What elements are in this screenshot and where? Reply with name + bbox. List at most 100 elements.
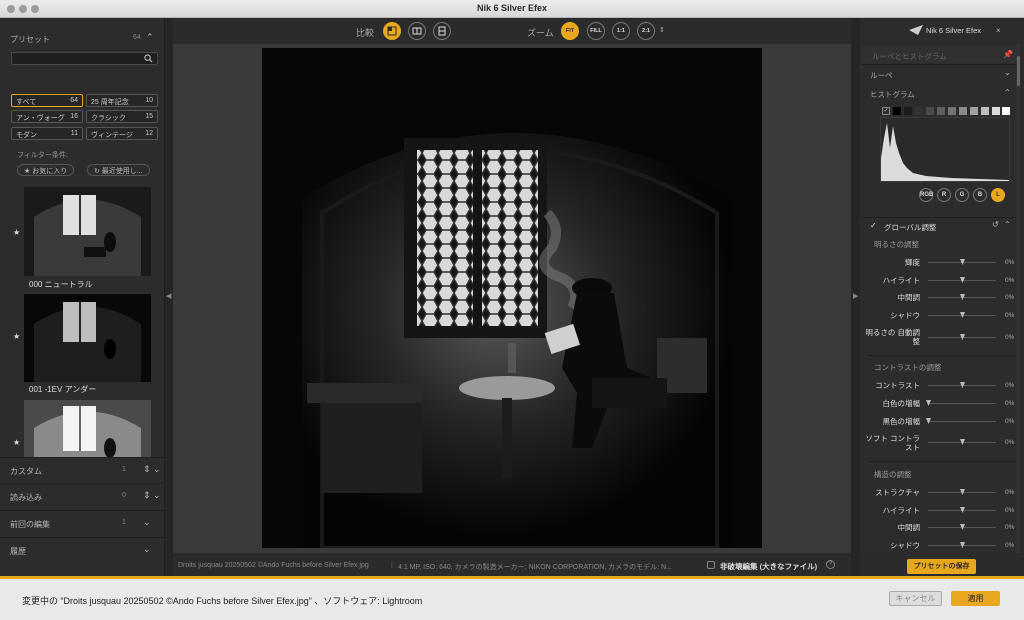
slider-value: 0% (1005, 277, 1015, 284)
structure-highlights-slider[interactable] (928, 507, 996, 513)
histogram-row[interactable]: ヒストグラム (862, 84, 1016, 102)
contrast-group-label: コントラストの調整 (874, 363, 942, 372)
apply-button[interactable]: 適用 (951, 591, 1000, 606)
slider-label: ハイライト (882, 506, 920, 515)
zoom-fit-button[interactable]: FIT (561, 22, 579, 40)
chevron-up-icon[interactable]: ⌃ (146, 32, 154, 43)
compare-split-button[interactable] (383, 22, 401, 40)
compare-stacked-button[interactable] (433, 22, 451, 40)
category-en-vogue[interactable]: アン・ヴォーグ 16 (11, 110, 83, 123)
viewer-toolbar (173, 18, 851, 44)
tone-swatch[interactable] (893, 107, 901, 115)
structure-slider[interactable] (928, 489, 996, 495)
section-custom[interactable]: カスタム 1 ⇕ ⌄ (0, 457, 165, 483)
channel-b-button[interactable]: B (973, 188, 987, 202)
channel-r-button[interactable]: R (937, 188, 951, 202)
slider-value: 0% (1005, 524, 1015, 531)
slider-value: 0% (1005, 542, 1015, 549)
tone-swatch[interactable] (915, 107, 923, 115)
presets-count: 64 (133, 34, 141, 41)
amplify-blacks-slider[interactable] (926, 418, 996, 424)
preset-label: 000 ニュートラル (29, 280, 93, 289)
help-icon[interactable]: ? (826, 560, 835, 569)
favorite-star-icon[interactable]: ★ (13, 228, 20, 237)
host-status-bar: 変更中の “Droits jusquau 20250502 ©Ando Fuch… (0, 579, 1024, 620)
preset-search-input[interactable] (11, 52, 158, 65)
filter-favorites-chip[interactable]: ★ お気に入り (17, 164, 75, 176)
chevron-down-icon[interactable]: ⌄ (143, 517, 151, 528)
collapse-all-icon[interactable]: ⌅ (995, 25, 1002, 34)
chevron-down-icon[interactable]: ⌄ (1004, 68, 1011, 77)
favorite-star-icon[interactable]: ★ (13, 438, 20, 447)
slider-value: 0% (1005, 259, 1015, 266)
preset-thumbnail[interactable] (24, 294, 151, 382)
chevron-up-icon[interactable]: ⌃ (1004, 220, 1011, 229)
tone-swatch[interactable] (937, 107, 945, 115)
category-all[interactable]: すべて 64 (11, 94, 83, 107)
structure-shadows-slider[interactable] (928, 542, 996, 548)
brightness-slider[interactable] (928, 259, 996, 265)
auto-brightness-slider[interactable] (928, 334, 996, 340)
category-classic[interactable]: クラシック 15 (86, 110, 158, 123)
preset-label: 001 -1EV アンダー (29, 385, 97, 394)
collapse-left-icon[interactable]: ◀ (166, 292, 171, 300)
non-destructive-checkbox[interactable] (707, 561, 715, 569)
section-import[interactable]: 読み込み 0 ⇕ ⌄ (0, 483, 165, 509)
favorite-star-icon[interactable]: ★ (13, 332, 20, 341)
loupe-row[interactable]: ルーペ (862, 64, 1016, 82)
compare-side-by-side-button[interactable] (408, 22, 426, 40)
reset-icon[interactable]: ↺ (992, 220, 999, 229)
slider-label: コントラスト (875, 381, 920, 390)
filter-recent-chip[interactable]: ↻ 最近使用し... (87, 164, 150, 176)
midtones-slider[interactable] (928, 294, 996, 300)
chevron-up-icon[interactable]: ⌃ (1004, 88, 1011, 97)
zoom-1-1-button[interactable]: 1:1 (612, 22, 630, 40)
tone-swatch[interactable] (1002, 107, 1010, 115)
nik-logo-icon (909, 25, 923, 35)
tone-swatch[interactable] (992, 107, 1000, 115)
category-modern[interactable]: モダン 11 (11, 127, 83, 140)
section-history[interactable]: 履歴 ⌄ (0, 537, 165, 563)
preset-thumbnail[interactable] (24, 400, 151, 457)
editing-message: 変更中の “Droits jusquau 20250502 ©Ando Fuch… (22, 596, 423, 606)
stacked-view-icon (438, 26, 446, 36)
shadows-slider[interactable] (928, 312, 996, 318)
structure-midtones-slider[interactable] (928, 524, 996, 530)
zoom-2-1-button[interactable]: 2:1 (637, 22, 655, 40)
sort-and-chevron-icon[interactable]: ⇕ ⌄ (143, 490, 161, 501)
channel-rgb-button[interactable]: RGB (919, 188, 933, 202)
save-preset-button[interactable]: プリセットの保存 (907, 559, 976, 574)
cancel-button[interactable]: キャンセル (889, 591, 942, 606)
amplify-whites-slider[interactable] (926, 400, 996, 406)
highlights-slider[interactable] (928, 277, 996, 283)
section-last-edit[interactable]: 前回の編集 1 ⌄ (0, 510, 165, 536)
scrollbar-thumb[interactable] (1017, 56, 1020, 86)
tone-swatch[interactable] (981, 107, 989, 115)
soft-contrast-slider[interactable] (928, 439, 996, 445)
clip-toggle-icon[interactable]: ✓ (882, 107, 890, 115)
adjustments-scrollbar[interactable] (1016, 44, 1020, 554)
preset-thumbnail[interactable] (24, 187, 151, 276)
search-icon[interactable] (144, 54, 153, 63)
slider-label: 輝度 (905, 258, 920, 267)
tone-swatch[interactable] (926, 107, 934, 115)
zoom-stepper-icon[interactable]: ⇕ (659, 26, 665, 34)
pin-icon[interactable]: 📌 (1003, 50, 1013, 59)
window-title: Nik 6 Silver Efex (476, 3, 548, 13)
category-25th-anniversary[interactable]: 25 周年記念 10 (86, 94, 158, 107)
tone-swatch[interactable] (970, 107, 978, 115)
tone-swatch[interactable] (959, 107, 967, 115)
category-vintage[interactable]: ヴィンテージ 12 (86, 127, 158, 140)
preview-photo[interactable] (262, 48, 762, 550)
channel-l-button[interactable]: L (991, 188, 1005, 202)
tone-swatch[interactable] (948, 107, 956, 115)
presets-header[interactable]: プリセット (10, 34, 50, 45)
contrast-slider[interactable] (928, 382, 996, 388)
global-adjust-checkbox[interactable]: ✓ (870, 221, 877, 230)
chevron-down-icon[interactable]: ⌄ (143, 544, 151, 555)
sort-and-chevron-icon[interactable]: ⇕ ⌄ (143, 464, 161, 475)
histogram-chart (880, 117, 1010, 182)
zoom-fill-button[interactable]: FILL (587, 22, 605, 40)
channel-g-button[interactable]: G (955, 188, 969, 202)
tone-swatch[interactable] (904, 107, 912, 115)
